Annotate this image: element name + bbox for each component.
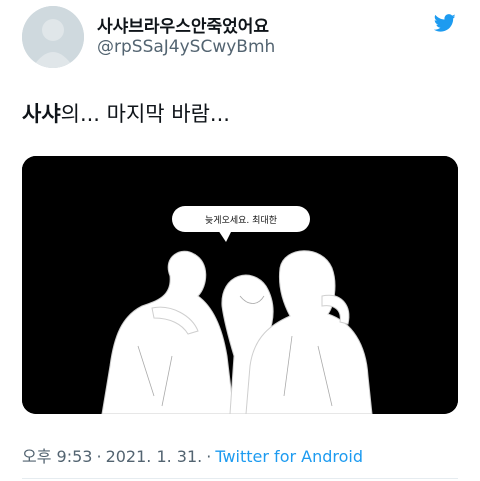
meta-separator: · [206, 447, 212, 466]
divider [22, 478, 458, 479]
tweet-image[interactable]: 늦게오세요. 최대한 [22, 156, 458, 414]
author-display-name[interactable]: 사샤브라우스안죽었어요 [97, 12, 269, 37]
meta-separator: · [96, 447, 102, 466]
speech-bubble-text: 늦게오세요. 최대한 [205, 215, 277, 226]
twitter-bird-icon[interactable] [433, 12, 456, 34]
tweet-source-link[interactable]: Twitter for Android [215, 447, 363, 466]
tweet-metadata: 오후 9:53 · 2021. 1. 31. · Twitter for Android [22, 443, 363, 467]
avatar[interactable] [22, 6, 84, 68]
illustration: 늦게오세요. 최대한 [22, 156, 458, 414]
tweet-text: 사샤의... 마지막 바람... [22, 98, 230, 128]
tweet-text-rest: 의... 마지막 바람... [60, 102, 230, 126]
tweet-text-bold: 사샤 [22, 102, 61, 126]
tweet-card: 사샤브라우스안죽었어요 @rpSSaJ4ySCwyBmh 사샤의... 마지막 … [0, 0, 480, 481]
tweet-time[interactable]: 오후 9:53 [22, 447, 92, 466]
tweet-date[interactable]: 2021. 1. 31. [106, 447, 203, 466]
default-avatar-icon [22, 6, 84, 68]
author-handle[interactable]: @rpSSaJ4ySCwyBmh [97, 37, 275, 57]
